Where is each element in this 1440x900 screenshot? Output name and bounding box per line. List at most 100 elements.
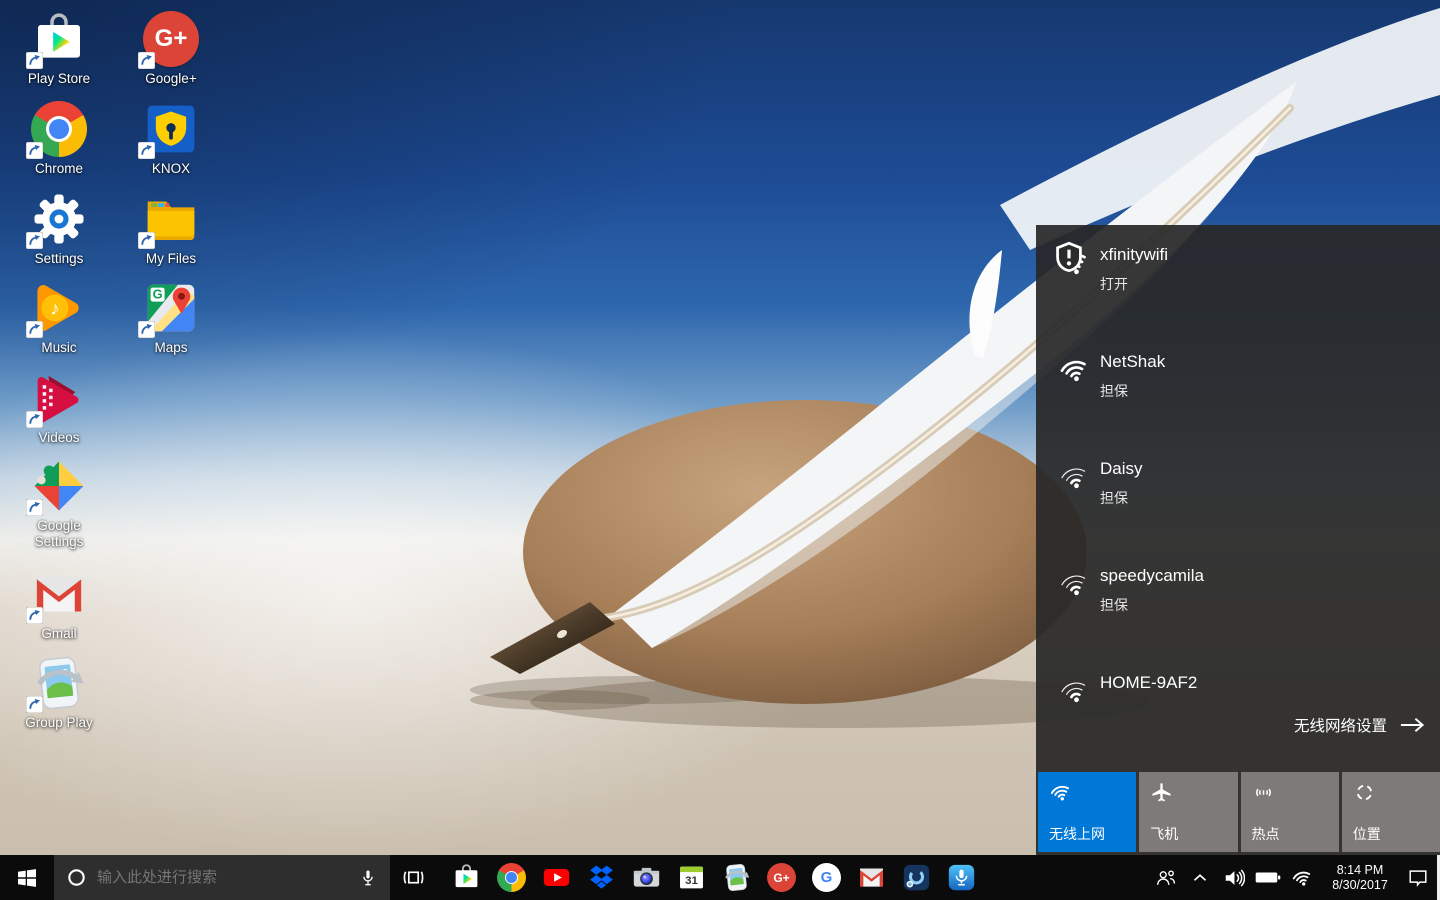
wifi-network-name: NetShak [1100, 352, 1166, 371]
google-settings-puzzle-icon [26, 458, 87, 516]
shortcut-arrow-icon [138, 52, 155, 69]
quick-action-label: 热点 [1251, 826, 1280, 842]
taskbar-app-google-plus[interactable]: G+ [759, 855, 804, 900]
desktop-icon-google-plus[interactable]: G+ Google+ [123, 11, 219, 87]
shortcut-arrow-icon [26, 499, 43, 516]
desktop-icon-group-play[interactable]: Group Play [11, 655, 107, 731]
wifi-network-xfinitywifi[interactable]: xfinitywifi 打开 [1036, 241, 1440, 305]
desktop-icon-gmail[interactable]: Gmail [11, 566, 107, 642]
desktop-icon-settings[interactable]: Settings [11, 191, 107, 267]
volume-button[interactable] [1217, 855, 1251, 900]
taskbar-app-youtube[interactable] [534, 855, 579, 900]
group-play-icon [26, 655, 87, 713]
taskbar-app-dropbox[interactable] [579, 855, 624, 900]
calendar-icon: 31 [677, 863, 706, 892]
arrow-right-icon [1400, 718, 1425, 732]
people-button[interactable] [1149, 855, 1183, 900]
wifi-signal-weak-icon [1058, 461, 1090, 493]
desktop-icon-videos[interactable]: Videos [11, 370, 107, 446]
taskbar-app-gmail[interactable] [849, 855, 894, 900]
airplane-icon [1150, 781, 1173, 804]
desktop-icon-label: Google+ [145, 71, 197, 86]
desktop-icon-my-files[interactable]: My Files [123, 191, 219, 267]
wifi-network-daisy[interactable]: Daisy 担保 [1036, 455, 1440, 519]
wifi-flyout-panel: xfinitywifi 打开 NetShak 担保 Daisy 担保 speed… [1036, 225, 1440, 855]
shortcut-arrow-icon [26, 321, 43, 338]
shortcut-arrow-icon [26, 142, 43, 159]
taskbar-apps: 31 G+ G [444, 855, 984, 900]
taskbar-app-gallery[interactable] [714, 855, 759, 900]
chrome-icon [497, 863, 526, 892]
shortcut-arrow-icon [26, 607, 43, 624]
wifi-network-netshak[interactable]: NetShak 担保 [1036, 348, 1440, 412]
desktop-icon-maps[interactable]: G Maps [123, 280, 219, 356]
shortcut-arrow-icon [26, 696, 43, 713]
hotspot-icon [1252, 781, 1275, 804]
action-center-icon [1409, 869, 1427, 887]
desktop-icon-music[interactable]: ♪ Music [11, 280, 107, 356]
google-plus-glyph: G+ [154, 25, 188, 52]
show-desktop-edge[interactable] [1435, 855, 1440, 900]
microphone-icon[interactable] [358, 868, 378, 888]
taskbar-app-voice-recorder[interactable] [939, 855, 984, 900]
desktop-icon-label: Settings [34, 251, 84, 266]
taskbar-search-box[interactable] [54, 855, 390, 900]
quick-action-location[interactable]: 位置 [1341, 772, 1440, 852]
desktop-icon-label: Gmail [41, 626, 77, 641]
google-plus-icon: G+ [767, 863, 796, 892]
wifi-icon [1049, 781, 1072, 804]
desktop-icon-knox[interactable]: KNOX [123, 101, 219, 177]
quick-action-wifi[interactable]: 无线上网 [1038, 772, 1137, 852]
clock-time: 8:14 PM [1336, 863, 1384, 877]
task-view-icon [403, 871, 423, 884]
svg-text:G: G [153, 287, 163, 302]
play-store-icon [452, 863, 481, 892]
battery-button[interactable] [1251, 855, 1285, 900]
clock[interactable]: 8:14 PM 8/30/2017 [1319, 862, 1401, 893]
quick-action-airplane[interactable]: 飞机 [1139, 772, 1238, 852]
gmail-envelope-icon [857, 863, 886, 892]
tray-overflow-button[interactable] [1183, 855, 1217, 900]
desktop-icon-label: Music [41, 340, 77, 355]
volume-icon [1225, 869, 1245, 886]
system-tray: 8:14 PM 8/30/2017 [1149, 855, 1440, 900]
play-music-icon: ♪ [26, 280, 87, 338]
open-network-badge-icon [1056, 241, 1082, 273]
voice-recorder-icon [947, 863, 976, 892]
task-view-button[interactable] [390, 855, 436, 900]
google-maps-icon: G [138, 280, 199, 338]
knox-shield-icon [138, 101, 199, 159]
desktop-icon-google-settings[interactable]: Google Settings [11, 458, 107, 550]
quick-action-label: 飞机 [1150, 826, 1179, 842]
location-icon [1353, 781, 1376, 804]
quick-action-label: 无线上网 [1049, 826, 1105, 842]
wifi-network-status: 打开 [1100, 276, 1128, 292]
quick-action-hotspot[interactable]: 热点 [1240, 772, 1339, 852]
taskbar-app-google[interactable]: G [804, 855, 849, 900]
taskbar-app-camera[interactable] [624, 855, 669, 900]
desktop-icon-label: Google Settings [34, 518, 84, 549]
action-center-button[interactable] [1401, 855, 1435, 900]
taskbar-app-calendar[interactable]: 31 [669, 855, 714, 900]
search-input[interactable] [95, 868, 350, 887]
dropbox-icon [587, 863, 616, 892]
desktop-icon-label: Group Play [25, 715, 93, 730]
gmail-envelope-icon [26, 566, 87, 624]
wifi-signal-open-icon [1056, 241, 1090, 279]
my-files-folder-icon [138, 191, 199, 249]
quick-action-label: 位置 [1352, 826, 1381, 842]
wifi-network-name: xfinitywifi [1100, 245, 1169, 264]
svg-text:♪: ♪ [50, 297, 59, 318]
desktop-icon-chrome[interactable]: Chrome [11, 101, 107, 177]
taskbar-app-chrome[interactable] [489, 855, 534, 900]
wifi-network-status: 担保 [1100, 383, 1128, 399]
network-button[interactable] [1285, 855, 1319, 900]
taskbar-app-play-store[interactable] [444, 855, 489, 900]
wireless-network-settings-link[interactable]: 无线网络设置 [1294, 714, 1426, 736]
wifi-network-speedycamila[interactable]: speedycamila 担保 [1036, 562, 1440, 626]
taskbar-app-s-voice[interactable] [894, 855, 939, 900]
desktop-icon-label: Maps [154, 340, 188, 355]
google-icon: G [812, 863, 841, 892]
start-button[interactable] [0, 855, 54, 900]
desktop-icon-play-store[interactable]: Play Store [11, 11, 107, 87]
